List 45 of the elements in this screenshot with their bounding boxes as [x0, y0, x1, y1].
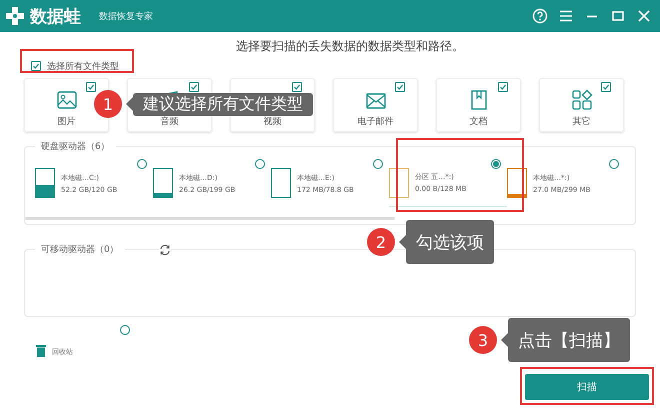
- section-title: 硬盘驱动器（6）: [35, 140, 116, 153]
- file-type-label: 文档: [470, 116, 488, 128]
- checkbox[interactable]: [601, 82, 611, 92]
- section-title: 可移动驱动器（0）: [35, 243, 125, 256]
- close-icon[interactable]: [636, 8, 652, 24]
- maximize-icon[interactable]: [610, 8, 626, 24]
- file-type-label: 电子邮件: [358, 116, 394, 128]
- file-type-card[interactable]: 其它: [539, 78, 624, 132]
- checkbox[interactable]: [292, 82, 302, 92]
- select-all-label[interactable]: 选择所有文件类型: [47, 60, 119, 72]
- checkbox[interactable]: [498, 82, 508, 92]
- menu-icon[interactable]: [558, 8, 574, 24]
- file-type-label: 其它: [572, 116, 590, 128]
- step-number-badge: 3: [469, 326, 497, 354]
- refresh-icon[interactable]: [158, 244, 171, 256]
- image-icon: [56, 89, 78, 111]
- instruction-text: 选择要扫描的丢失数据的数据类型和路径。: [235, 38, 465, 55]
- logo-icon: [4, 5, 26, 27]
- file-type-label: 视频: [264, 116, 282, 128]
- checkbox[interactable]: [31, 61, 41, 71]
- radio-button[interactable]: [491, 159, 501, 169]
- step-number-badge: 1: [94, 90, 122, 118]
- callout-tooltip: 勾选该项: [399, 220, 494, 264]
- callout-tooltip: 点击【扫描】: [501, 318, 630, 362]
- trash-icon[interactable]: [36, 345, 46, 357]
- file-type-label: 图片: [58, 116, 76, 128]
- scan-button[interactable]: 扫描: [525, 374, 649, 400]
- app-name: 数据蛙: [30, 6, 81, 28]
- radio-button[interactable]: [373, 159, 383, 169]
- step-number-badge: 2: [367, 228, 395, 256]
- app-subtitle: 数据恢复专家: [99, 10, 153, 22]
- file-type-card[interactable]: 电子邮件: [333, 78, 418, 132]
- grid-shapes-icon: [570, 89, 592, 111]
- scrollbar[interactable]: [25, 217, 395, 220]
- file-type-label: 音频: [160, 116, 178, 128]
- checkbox[interactable]: [395, 82, 405, 92]
- radio-button[interactable]: [137, 159, 147, 169]
- radio-button[interactable]: [120, 325, 130, 335]
- callout-tooltip: 建议选择所有文件类型: [126, 92, 313, 116]
- file-type-card[interactable]: 文档: [436, 78, 521, 132]
- help-icon[interactable]: [532, 8, 548, 24]
- checkbox[interactable]: [189, 82, 199, 92]
- radio-button[interactable]: [609, 159, 619, 169]
- radio-button[interactable]: [255, 159, 265, 169]
- checkbox[interactable]: [86, 82, 96, 92]
